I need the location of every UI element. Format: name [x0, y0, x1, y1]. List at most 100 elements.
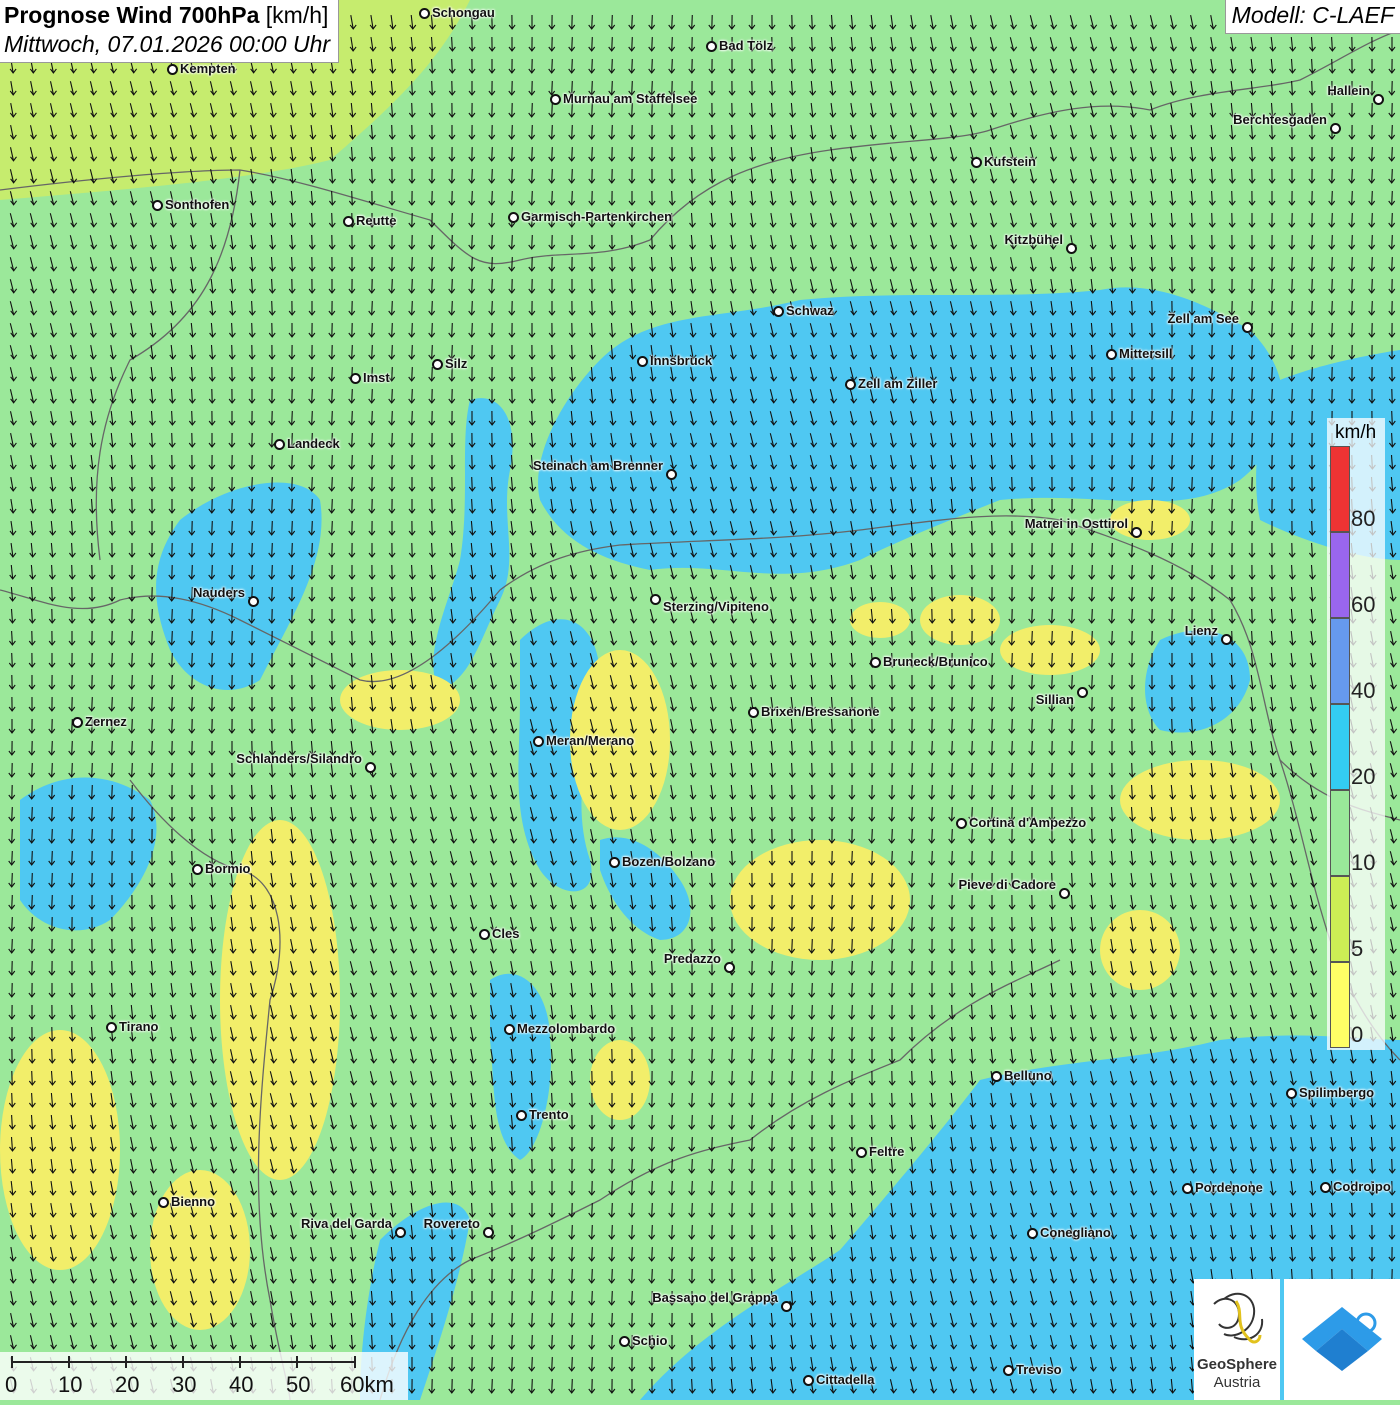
city-label: Sonthofen [165, 197, 229, 212]
scale-bar-label: 0 [5, 1372, 17, 1398]
geosphere-emblem-icon [1194, 1279, 1280, 1359]
city-marker-icon [650, 594, 661, 605]
city-marker-icon [1106, 349, 1117, 360]
title-line: Prognose Wind 700hPa [km/h] [4, 2, 330, 29]
city-marker-icon [870, 657, 881, 668]
legend-unit: km/h [1335, 422, 1376, 444]
city-marker-icon [1131, 527, 1142, 538]
legend-label: 40 [1351, 678, 1375, 704]
city-label: Schlanders/Silandro [236, 751, 362, 766]
city-marker-icon [773, 306, 784, 317]
city-label: Schwaz [786, 303, 834, 318]
city-label: Landeck [287, 436, 340, 451]
city-marker-icon [504, 1024, 515, 1035]
city-label: Silz [445, 356, 467, 371]
city-label: Predazzo [664, 951, 721, 966]
city-label: Hallein [1327, 83, 1370, 98]
city-label: Berchtesgaden [1233, 112, 1327, 127]
city-marker-icon [152, 200, 163, 211]
city-marker-icon [350, 373, 361, 384]
city-label: Spilimbergo [1299, 1085, 1374, 1100]
city-label: Kempten [180, 61, 236, 76]
city-marker-icon [479, 929, 490, 940]
city-marker-icon [971, 157, 982, 168]
legend-color-segment [1330, 876, 1350, 962]
city-label: Innsbruck [650, 353, 712, 368]
city-marker-icon [550, 94, 561, 105]
city-marker-icon [192, 864, 203, 875]
city-label: Lienz [1185, 623, 1218, 638]
city-marker-icon [106, 1022, 117, 1033]
city-label: Pieve di Cadore [958, 877, 1056, 892]
city-marker-icon [248, 596, 259, 607]
city-marker-icon [724, 962, 735, 973]
city-marker-icon [956, 818, 967, 829]
city-marker-icon [1059, 888, 1070, 899]
city-label: Steinach am Brenner [533, 458, 663, 473]
legend-label: 80 [1351, 506, 1375, 532]
map-unit: [km/h] [266, 2, 329, 28]
city-label: Brixen/Bressanone [761, 704, 880, 719]
city-label: Bad Tölz [719, 38, 773, 53]
city-label: Sillian [1036, 692, 1074, 707]
city-marker-icon [343, 216, 354, 227]
city-marker-icon [533, 736, 544, 747]
city-marker-icon [991, 1071, 1002, 1082]
city-marker-icon [803, 1375, 814, 1386]
city-marker-icon [274, 439, 285, 450]
city-marker-icon [1320, 1182, 1331, 1193]
city-label: Conegliano [1040, 1225, 1111, 1240]
map-title: Prognose Wind 700hPa [4, 2, 259, 28]
city-marker-icon [1077, 687, 1088, 698]
city-label: Schongau [432, 5, 495, 20]
city-marker-icon [158, 1197, 169, 1208]
city-marker-icon [483, 1227, 494, 1238]
city-label: Codroipo [1333, 1179, 1391, 1194]
legend-color-segment [1330, 962, 1350, 1048]
city-label: Cittadella [816, 1372, 875, 1387]
city-label: Tirano [119, 1019, 159, 1034]
city-marker-icon [167, 64, 178, 75]
legend-color-segment [1330, 618, 1350, 704]
city-marker-icon [666, 469, 677, 480]
city-label: Cortina d'Ampezzo [969, 815, 1086, 830]
city-label: Cles [492, 926, 519, 941]
city-marker-icon [1373, 94, 1384, 105]
city-label: Zell am Ziller [858, 376, 937, 391]
city-label: Imst [363, 370, 390, 385]
city-marker-icon [1221, 634, 1232, 645]
scale-bar-label: 10 [58, 1372, 82, 1398]
city-label: Murnau am Staffelsee [563, 91, 697, 106]
scale-bar-label: 40 [229, 1372, 253, 1398]
logo-line2: Austria [1194, 1374, 1280, 1391]
city-label: Schio [632, 1333, 667, 1348]
city-marker-icon [1286, 1088, 1297, 1099]
city-label: Zernez [85, 714, 127, 729]
legend-label: 60 [1351, 592, 1375, 618]
city-label: Treviso [1016, 1362, 1062, 1377]
model-label: Modell: C-LAEF [1225, 0, 1400, 34]
city-label: Riva del Garda [301, 1216, 392, 1231]
city-marker-icon [706, 41, 717, 52]
city-label: Feltre [869, 1144, 904, 1159]
city-label: Meran/Merano [546, 733, 634, 748]
city-label: Rovereto [424, 1216, 480, 1231]
city-label: Sterzing/Vipiteno [663, 599, 769, 614]
city-label: Reutte [356, 213, 396, 228]
city-marker-icon [781, 1301, 792, 1312]
city-marker-icon [1182, 1183, 1193, 1194]
city-label: Bruneck/Brunico [883, 654, 988, 669]
cloud-arrow-icon [1284, 1279, 1400, 1400]
geosphere-logo: GeoSphere Austria [1194, 1279, 1280, 1400]
city-marker-icon [72, 717, 83, 728]
forecast-datetime: Mittwoch, 07.01.2026 00:00 Uhr [4, 31, 330, 58]
city-marker-icon [619, 1336, 630, 1347]
legend-label: 5 [1351, 936, 1363, 962]
legend-label: 10 [1351, 850, 1375, 876]
scale-bar-label: 20 [115, 1372, 139, 1398]
legend-label: 20 [1351, 764, 1375, 790]
city-marker-icon [419, 8, 430, 19]
city-marker-icon [1330, 123, 1341, 134]
city-label: Bormio [205, 861, 251, 876]
city-label: Belluno [1004, 1068, 1052, 1083]
